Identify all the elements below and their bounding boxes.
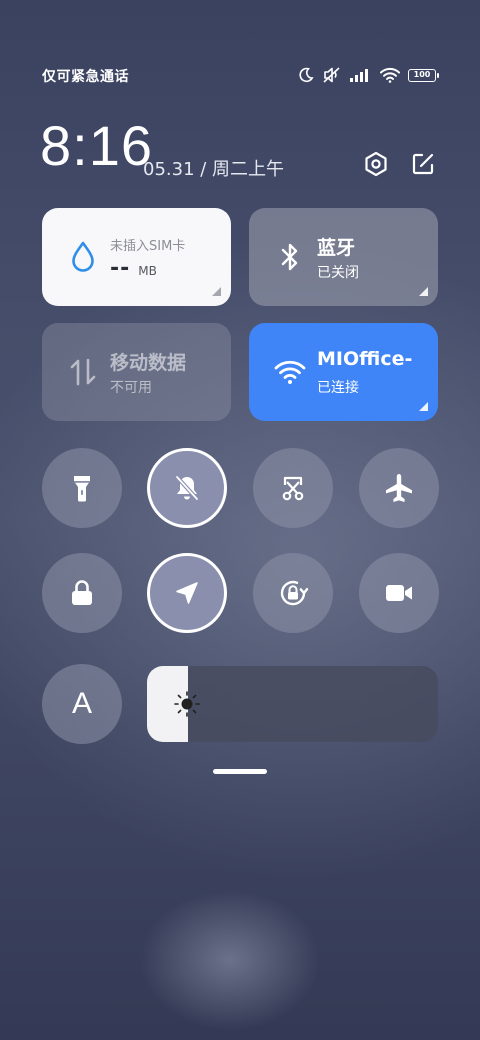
wifi-icon (273, 355, 307, 389)
mobile-data-title: 移动数据 (110, 352, 187, 374)
tile-expand-corner (419, 287, 428, 296)
bell-off-icon (175, 475, 199, 501)
brightness-slider[interactable] (147, 666, 438, 742)
home-indicator[interactable] (213, 769, 267, 774)
wifi-tile[interactable]: MIOffice- 已连接 (249, 323, 438, 421)
tile-expand-corner (212, 287, 221, 296)
location-toggle[interactable] (147, 553, 227, 633)
signal-icon (350, 69, 368, 82)
bluetooth-status: 已关闭 (317, 265, 359, 281)
battery-level: 100 (413, 70, 431, 79)
wifi-icon (380, 67, 400, 83)
rotation-lock-toggle[interactable] (253, 553, 333, 633)
mobile-data-status: 不可用 (110, 380, 152, 396)
mute-toggle[interactable] (147, 448, 227, 528)
battery-icon: 100 (408, 68, 439, 82)
data-arrows-icon (66, 355, 100, 389)
data-usage-tile[interactable]: 未插入SIM卡 -- MB (42, 208, 231, 306)
bluetooth-icon (273, 240, 307, 274)
mute-icon (323, 67, 340, 83)
moon-icon (299, 67, 314, 83)
clock-time[interactable]: 8:16 (40, 118, 153, 174)
status-carrier-text: 仅可紧急通话 (42, 69, 129, 85)
flashlight-icon (74, 476, 90, 502)
bluetooth-title: 蓝牙 (317, 237, 356, 259)
wifi-title: MIOffice- (317, 348, 413, 370)
auto-brightness-toggle[interactable]: A (42, 664, 122, 744)
mobile-data-tile[interactable]: 移动数据 不可用 (42, 323, 231, 421)
status-icons: 100 (298, 64, 439, 86)
airplane-mode-toggle[interactable] (359, 448, 439, 528)
flashlight-toggle[interactable] (42, 448, 122, 528)
scissors-icon (282, 476, 304, 501)
lock-screen-toggle[interactable] (42, 553, 122, 633)
bluetooth-tile[interactable]: 蓝牙 已关闭 (249, 208, 438, 306)
data-usage-unit: MB (138, 264, 157, 278)
settings-icon (365, 151, 387, 177)
settings-button[interactable] (361, 149, 391, 179)
screenshot-toggle[interactable] (253, 448, 333, 528)
screen-record-toggle[interactable] (359, 553, 439, 633)
sun-icon (174, 691, 200, 717)
water-drop-icon (66, 240, 100, 274)
auto-brightness-label: A (71, 687, 92, 720)
edit-button[interactable] (408, 149, 438, 179)
lock-icon (72, 580, 92, 605)
airplane-icon (386, 474, 412, 502)
data-usage-value: -- (110, 256, 131, 281)
data-usage-title: 未插入SIM卡 (110, 239, 186, 254)
wifi-status: 已连接 (317, 380, 359, 396)
clock-date[interactable]: 05.31 / 周二上午 (143, 155, 284, 181)
edit-icon (412, 153, 434, 175)
tile-expand-corner (419, 402, 428, 411)
video-camera-icon (386, 585, 412, 601)
location-arrow-icon (176, 582, 198, 604)
rotation-lock-icon (280, 580, 309, 606)
